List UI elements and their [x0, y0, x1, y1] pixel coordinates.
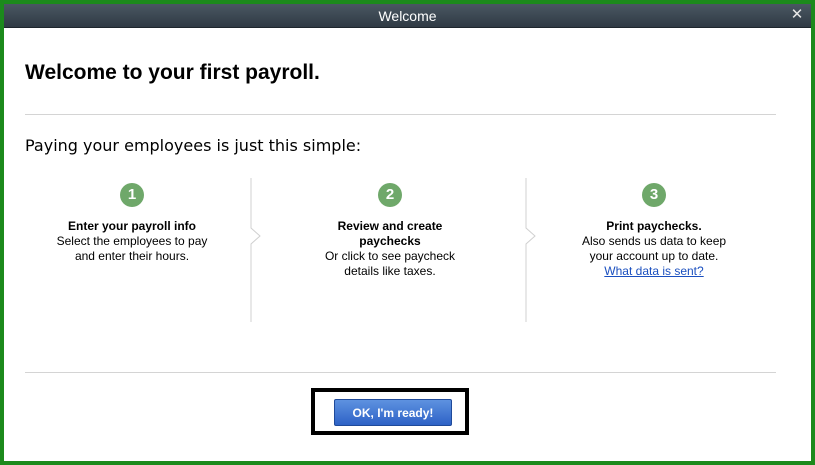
step-3-title: Print paychecks.	[606, 219, 702, 233]
step-2-title-line-1: Review and create	[337, 219, 443, 233]
intro-text: Paying your employees is just this simpl…	[25, 136, 362, 155]
close-icon[interactable]: ✕	[789, 6, 805, 24]
button-highlight-box: OK, I'm ready!	[311, 388, 469, 435]
step-number-2: 2	[378, 183, 402, 207]
step-2-line-1: Or click to see paycheck	[324, 249, 456, 263]
step-3-line-1: Also sends us data to keep	[581, 234, 727, 248]
page-title: Welcome to your first payroll.	[25, 61, 320, 84]
window-title: Welcome	[378, 8, 437, 24]
steps-row: 1 Enter your payroll info Select the emp…	[4, 178, 811, 328]
title-bar: Welcome ✕	[4, 4, 811, 28]
step-number-1: 1	[120, 183, 144, 207]
step-1-line-1: Select the employees to pay	[56, 234, 208, 248]
ok-ready-button[interactable]: OK, I'm ready!	[334, 399, 452, 426]
step-1-line-2: and enter their hours.	[74, 249, 190, 263]
step-1-title: Enter your payroll info	[67, 219, 196, 233]
step-3-line-2: your account up to date.	[589, 249, 719, 263]
step-2[interactable]: 2 Review and create paychecks Or click t…	[270, 178, 510, 279]
step-2-title-line-2: paychecks	[359, 234, 421, 248]
step-number-3: 3	[642, 183, 666, 207]
dialog-frame: Welcome ✕ Welcome to your first payroll.…	[0, 0, 815, 465]
bottom-divider	[25, 372, 776, 373]
step-2-line-2: details like taxes.	[344, 264, 436, 278]
step-1: 1 Enter your payroll info Select the emp…	[12, 178, 252, 264]
what-data-is-sent-link[interactable]: What data is sent?	[604, 264, 703, 278]
step-3: 3 Print paychecks. Also sends us data to…	[534, 178, 774, 279]
top-divider	[25, 114, 776, 115]
dialog-content: Welcome to your first payroll. Paying yo…	[4, 28, 811, 461]
step-divider-1	[250, 178, 261, 322]
